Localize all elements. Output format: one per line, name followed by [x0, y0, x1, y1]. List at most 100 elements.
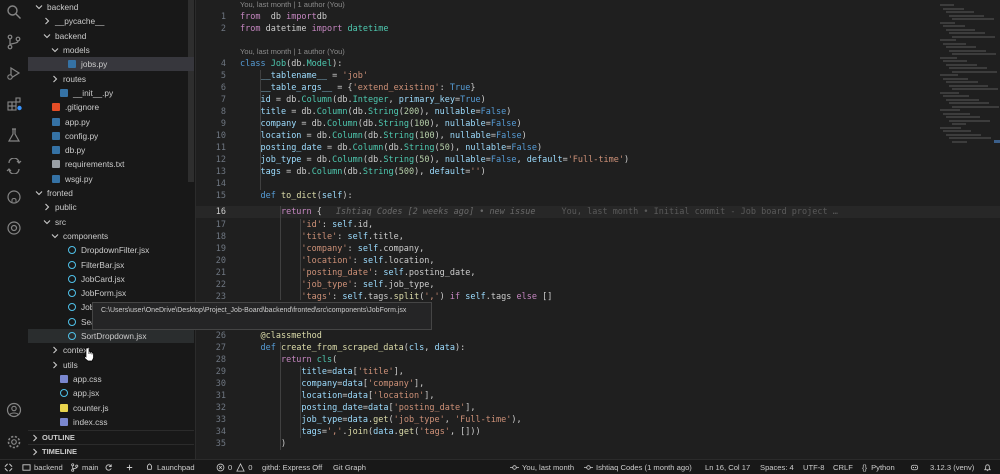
launchpad-button[interactable]: Launchpad [145, 460, 195, 474]
code-line[interactable]: 4 class Job(db.Model): [196, 58, 1000, 70]
code-line[interactable]: 1 from db importdb [196, 11, 1000, 23]
code-line[interactable]: 6 __table_args__ = {'extend_existing': T… [196, 82, 1000, 94]
tree-file[interactable]: wsgi.py [28, 172, 194, 186]
tree-file[interactable]: config.py [28, 129, 194, 143]
code-line[interactable]: 12 job_type = db.Column(db.String(50), n… [196, 154, 1000, 166]
code-token: Column [301, 95, 333, 105]
code-line[interactable]: 29 title=data['title'], [196, 366, 1000, 378]
code-line[interactable]: 21 'posting_date': self.posting_date, [196, 267, 1000, 279]
remote-explorer-icon[interactable] [4, 156, 24, 176]
git-graph-button[interactable]: Git Graph [333, 460, 366, 474]
language-mode[interactable]: {} Python [862, 460, 895, 474]
tree-file[interactable]: FilterBar.jsx [28, 257, 194, 271]
code-line[interactable]: 14 [196, 178, 1000, 190]
tree-file[interactable]: app.py [28, 114, 194, 128]
tree-file[interactable]: __init__.py [28, 86, 194, 100]
code-line[interactable]: 27 def create_from_scraped_data(cls, dat… [196, 342, 1000, 354]
code-line[interactable]: 19 'company': self.company, [196, 243, 1000, 255]
code-line[interactable]: 8 title = db.Column(db.String(200), null… [196, 106, 1000, 118]
tree-file[interactable]: DropdownFilter.jsx [28, 243, 194, 257]
tree-file[interactable]: index.css [28, 415, 194, 429]
chevron-down-icon [34, 188, 44, 198]
code-line[interactable]: 31 location=data['location'], [196, 390, 1000, 402]
extensions-icon[interactable] [4, 94, 24, 114]
run-debug-icon[interactable] [4, 63, 24, 83]
tree-folder[interactable]: models [28, 43, 194, 57]
githd-status[interactable]: githd: Express Off [262, 460, 322, 474]
settings-gear-icon[interactable] [4, 432, 24, 452]
code-line[interactable]: 34 tags=','.join(data.get('tags', [])) [196, 426, 1000, 438]
code-token: ): [342, 191, 353, 201]
tree-folder[interactable]: routes [28, 72, 194, 86]
code-line[interactable]: 26 @classmethod [196, 330, 1000, 342]
line-number: 16 [215, 207, 226, 217]
tree-folder[interactable]: backend [28, 0, 194, 14]
code-line[interactable]: 2 from datetime import datetime [196, 23, 1000, 35]
indentation-status[interactable]: Spaces: 4 [760, 460, 794, 474]
notifications-button[interactable] [983, 460, 995, 474]
python-interpreter[interactable]: 3.12.3 (venv) [930, 460, 974, 474]
code-line[interactable]: 7 id = db.Column(db.Integer, primary_key… [196, 94, 1000, 106]
line-number: 9 [220, 119, 226, 129]
tree-folder[interactable]: components [28, 229, 194, 243]
docker-icon[interactable] [4, 218, 24, 238]
code-line[interactable]: 18 'title': self.title, [196, 231, 1000, 243]
encoding-status[interactable]: UTF-8 [803, 460, 825, 474]
source-control-icon[interactable] [4, 32, 24, 52]
tree-folder[interactable]: __pycache__ [28, 14, 194, 28]
tree-file[interactable]: .gitignore [28, 100, 194, 114]
tree-folder[interactable]: context [28, 343, 194, 357]
tree-file[interactable]: app.css [28, 372, 194, 386]
eol-status[interactable]: CRLF [833, 460, 853, 474]
tree-folder[interactable]: backend [28, 29, 194, 43]
code-line[interactable]: 16 return {Ishtiaq Codes [2 weeks ago] •… [196, 206, 1000, 218]
git-branch[interactable]: main [70, 460, 98, 474]
search-icon[interactable] [4, 2, 24, 22]
code-line[interactable]: 5 __tablename__ = 'job' [196, 70, 1000, 82]
problems-indicator[interactable]: 0 0 [216, 460, 252, 474]
git-blame-status[interactable]: You, last month [510, 460, 574, 474]
github-icon[interactable] [4, 187, 24, 207]
account-icon[interactable] [4, 400, 24, 420]
code-line[interactable]: 9 company = db.Column(db.String(100), nu… [196, 118, 1000, 130]
tree-file[interactable]: db.py [28, 143, 194, 157]
code-line[interactable]: 28 return cls( [196, 354, 1000, 366]
code-line[interactable]: 11 posting_date = db.Column(db.String(50… [196, 142, 1000, 154]
tree-file[interactable]: JobForm.jsx [28, 286, 194, 300]
codelens-authors[interactable]: You, last month | 1 author (You) [240, 0, 345, 10]
tree-file[interactable]: requirements.txt [28, 157, 194, 171]
code-line[interactable]: 35 ) [196, 438, 1000, 450]
outline-section-header[interactable]: OUTLINE [28, 430, 194, 444]
code-line[interactable]: 22 'job_type': self.job_type, [196, 279, 1000, 291]
timeline-section-header[interactable]: TIMELINE [28, 444, 194, 458]
cursor-position[interactable]: Ln 16, Col 17 [705, 460, 750, 474]
workspace-folder[interactable]: backend [22, 460, 63, 474]
code-line[interactable]: 15 def to_dict(self): [196, 190, 1000, 202]
code-line[interactable]: 30 company=data['company'], [196, 378, 1000, 390]
author-status[interactable]: Ishtiaq Codes (1 month ago) [584, 460, 692, 474]
sync-button[interactable] [104, 460, 116, 474]
code-line[interactable]: 17 'id': self.id, [196, 219, 1000, 231]
codelens-authors[interactable]: You, last month | 1 author (You) [240, 47, 345, 57]
code-line[interactable]: 32 posting_date=data['posting_date'], [196, 402, 1000, 414]
code-line[interactable]: 10 location = db.Column(db.String(100), … [196, 130, 1000, 142]
tree-file[interactable]: SortDropdown.jsx [28, 328, 194, 344]
code-line[interactable]: 20 'location': self.location, [196, 255, 1000, 267]
code-editor[interactable]: You, last month | 1 author (You) You, la… [196, 0, 1000, 459]
remote-indicator[interactable] [4, 460, 16, 474]
tree-folder[interactable]: fronted [28, 186, 194, 200]
tree-folder[interactable]: public [28, 200, 194, 214]
tree-file[interactable]: jobs.py [28, 57, 194, 72]
tree-folder[interactable]: src [28, 215, 194, 229]
tree-file[interactable]: counter.js [28, 400, 194, 414]
testing-icon[interactable] [4, 125, 24, 145]
editor-scrollbar[interactable] [990, 0, 1000, 459]
tree-folder[interactable]: utils [28, 358, 194, 372]
copilot-status[interactable] [910, 460, 922, 474]
tree-file[interactable]: JobCard.jsx [28, 272, 194, 286]
sync-action-icon[interactable] [125, 460, 137, 474]
code-line[interactable]: 13 tags = db.Column(db.String(500), defa… [196, 166, 1000, 178]
code-line[interactable]: 33 job_type=data.get('job_type', 'Full-t… [196, 414, 1000, 426]
minimap-line [949, 137, 991, 139]
tree-file[interactable]: app.jsx [28, 386, 194, 400]
